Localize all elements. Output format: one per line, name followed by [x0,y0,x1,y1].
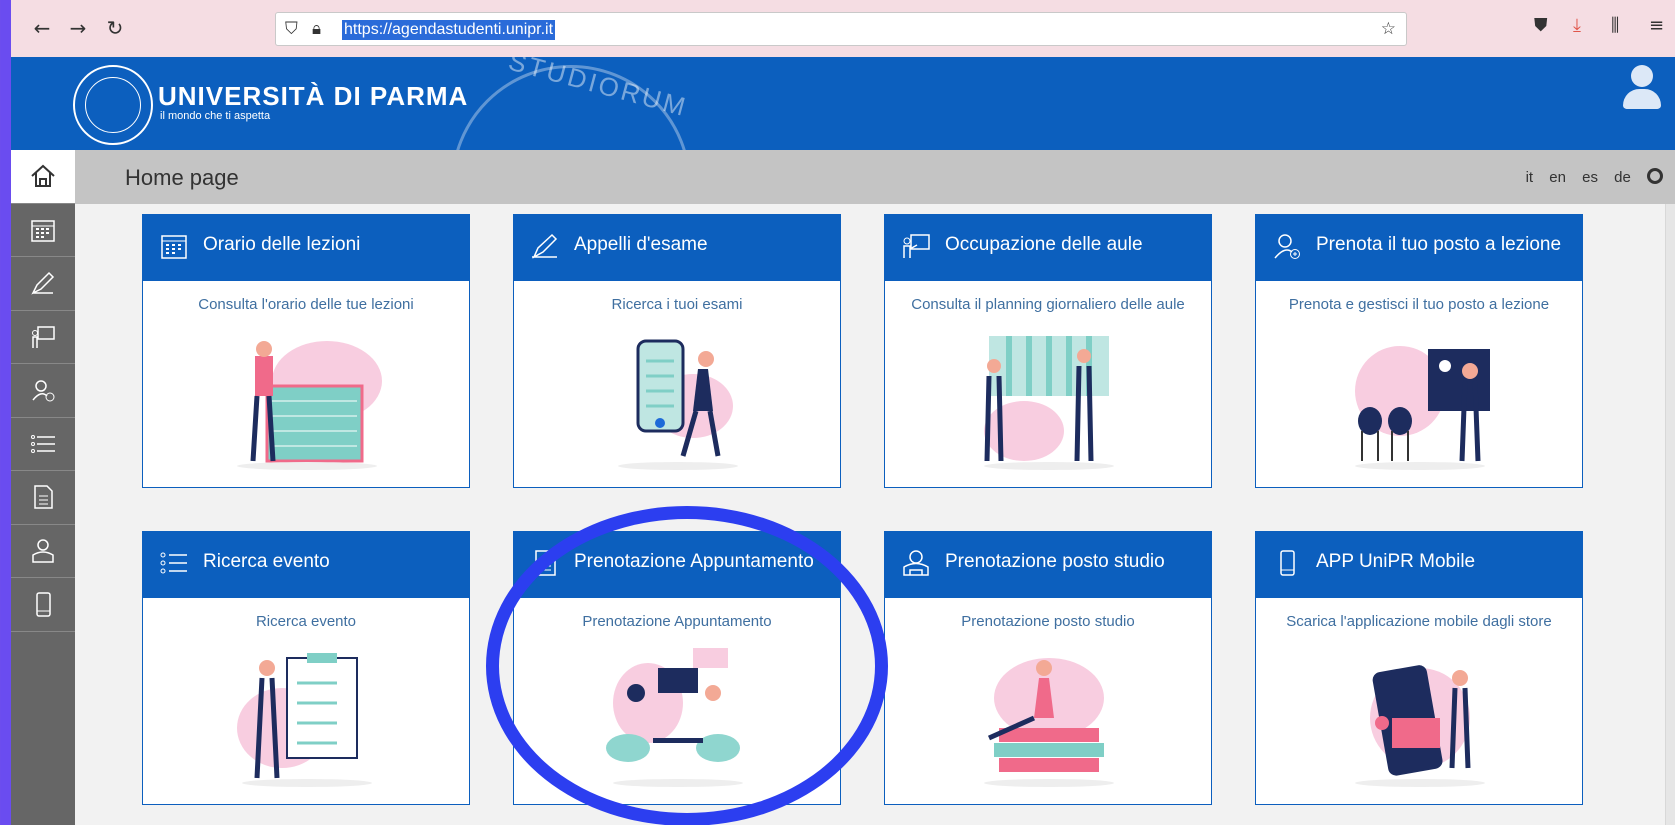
lang-en[interactable]: en [1549,169,1566,186]
card-title: Ricerca evento [203,551,330,572]
card-ricerca-evento[interactable]: Ricerca evento Ricerca evento [142,531,470,805]
card-description[interactable]: Ricerca i tuoi esami [514,296,840,313]
card-title: Orario delle lezioni [203,234,361,255]
download-icon[interactable]: ⤓ [1573,15,1581,36]
lang-it[interactable]: it [1526,169,1534,186]
card-prenota-posto-lezione[interactable]: Prenota il tuo posto a lezione Prenota e… [1255,214,1583,488]
site-header: UNIVERSITÀ DI PARMA il mondo che ti aspe… [11,57,1675,150]
sidebar-item-home[interactable] [11,150,75,204]
mobile-icon [36,592,51,617]
calendar-illustration [237,341,382,470]
card-app-unipr-mobile[interactable]: APP UniPR Mobile Scarica l'applicazione … [1255,531,1583,805]
sidebar-item-appointments[interactable] [11,471,75,525]
study-seat-icon [32,538,54,563]
lesson-booking-illustration [1355,346,1490,470]
sidebar-item-calendar[interactable] [11,204,75,257]
calendar-icon [31,219,55,242]
main-content: Home page it en es de Orario delle lezio… [75,150,1675,825]
sidebar-item-exams[interactable] [11,257,75,311]
card-title: Appelli d'esame [574,234,708,255]
booking-seat-icon [1274,234,1300,259]
study-seat-icon [903,550,929,576]
card-title: Prenotazione Appuntamento [574,551,814,572]
menu-icon[interactable]: ≡ [1649,15,1664,36]
search-icon[interactable] [1647,168,1663,184]
university-tagline: il mondo che ti aspetta [160,110,271,122]
card-title: APP UniPR Mobile [1316,551,1476,572]
booking-seat-icon [32,380,55,402]
sidebar-item-mobile[interactable] [11,578,75,632]
sidebar-item-booking[interactable] [11,364,75,418]
card-title: Occupazione delle aule [945,234,1143,255]
study-seat-illustration [984,658,1114,787]
mobile-app-illustration [1355,665,1485,787]
scrollbar[interactable] [1665,204,1675,825]
url-text[interactable]: https://agendastudenti.unipr.it [342,20,556,40]
exam-illustration [618,339,738,470]
card-occupazione-aule[interactable]: Occupazione delle aule Consulta il plann… [884,214,1212,488]
browser-toolbar: ← → ↻ ⛉ 🔒︎ https://agendastudenti.unipr.… [11,0,1675,57]
card-orario-lezioni[interactable]: Orario delle lezioni Consulta l'orario d… [142,214,470,488]
bookmark-star-icon[interactable]: ☆ [1381,19,1396,39]
classroom-icon [32,325,55,348]
card-description[interactable]: Consulta il planning giornaliero delle a… [885,296,1211,313]
sidebar-item-events[interactable] [11,418,75,471]
card-description[interactable]: Consulta l'orario delle tue lezioni [143,296,469,313]
lock-icon[interactable]: 🔒︎ [312,19,321,39]
reload-icon[interactable]: ↻ [100,13,130,43]
card-description[interactable]: Prenota e gestisci il tuo posto a lezion… [1256,296,1582,313]
library-icon[interactable]: ⫼ [1611,15,1619,36]
sidebar-nav [11,150,75,825]
card-prenotazione-posto-studio[interactable]: Prenotazione posto studio Prenotazione p… [884,531,1212,805]
pocket-icon[interactable]: ⛊ [1534,15,1548,36]
lang-de[interactable]: de [1614,169,1631,186]
university-name[interactable]: UNIVERSITÀ DI PARMA [158,81,468,112]
page-header: Home page it en es de [75,150,1675,204]
university-seal-logo[interactable] [73,65,153,145]
card-prenotazione-appuntamento[interactable]: Prenotazione Appuntamento Prenotazione A… [513,531,841,805]
card-description[interactable]: Ricerca evento [143,613,469,630]
card-title: Prenota il tuo posto a lezione [1316,234,1562,255]
appointment-illustration [606,648,743,787]
list-icon [31,434,55,453]
calendar-icon [161,235,187,259]
user-account-icon[interactable] [1621,65,1661,109]
forward-icon[interactable]: → [63,13,93,43]
back-icon[interactable]: ← [27,13,57,43]
card-title: Prenotazione posto studio [945,551,1165,572]
classroom-icon [903,234,930,258]
card-appelli-esame[interactable]: Appelli d'esame Ricerca i tuoi esami [513,214,841,488]
page-title: Home page [125,165,239,190]
sidebar-item-classrooms[interactable] [11,311,75,364]
document-icon [535,550,556,576]
document-icon [34,485,53,509]
classroom-illustration [984,336,1114,470]
address-bar[interactable]: ⛉ 🔒︎ https://agendastudenti.unipr.it ☆ [275,12,1407,46]
language-selector: it en es de [1526,168,1675,186]
card-description[interactable]: Prenotazione Appuntamento [514,613,840,630]
card-description[interactable]: Scarica l'applicazione mobile dagli stor… [1256,613,1582,630]
mobile-icon [1280,550,1295,576]
card-description[interactable]: Prenotazione posto studio [885,613,1211,630]
exam-pen-icon [532,233,558,259]
lang-es[interactable]: es [1582,169,1598,186]
home-icon [31,164,55,187]
sidebar-item-study-seat[interactable] [11,525,75,578]
event-search-illustration [237,653,372,787]
shield-icon[interactable]: ⛉ [285,19,298,39]
list-icon [160,552,187,574]
exam-pen-icon [31,271,55,295]
